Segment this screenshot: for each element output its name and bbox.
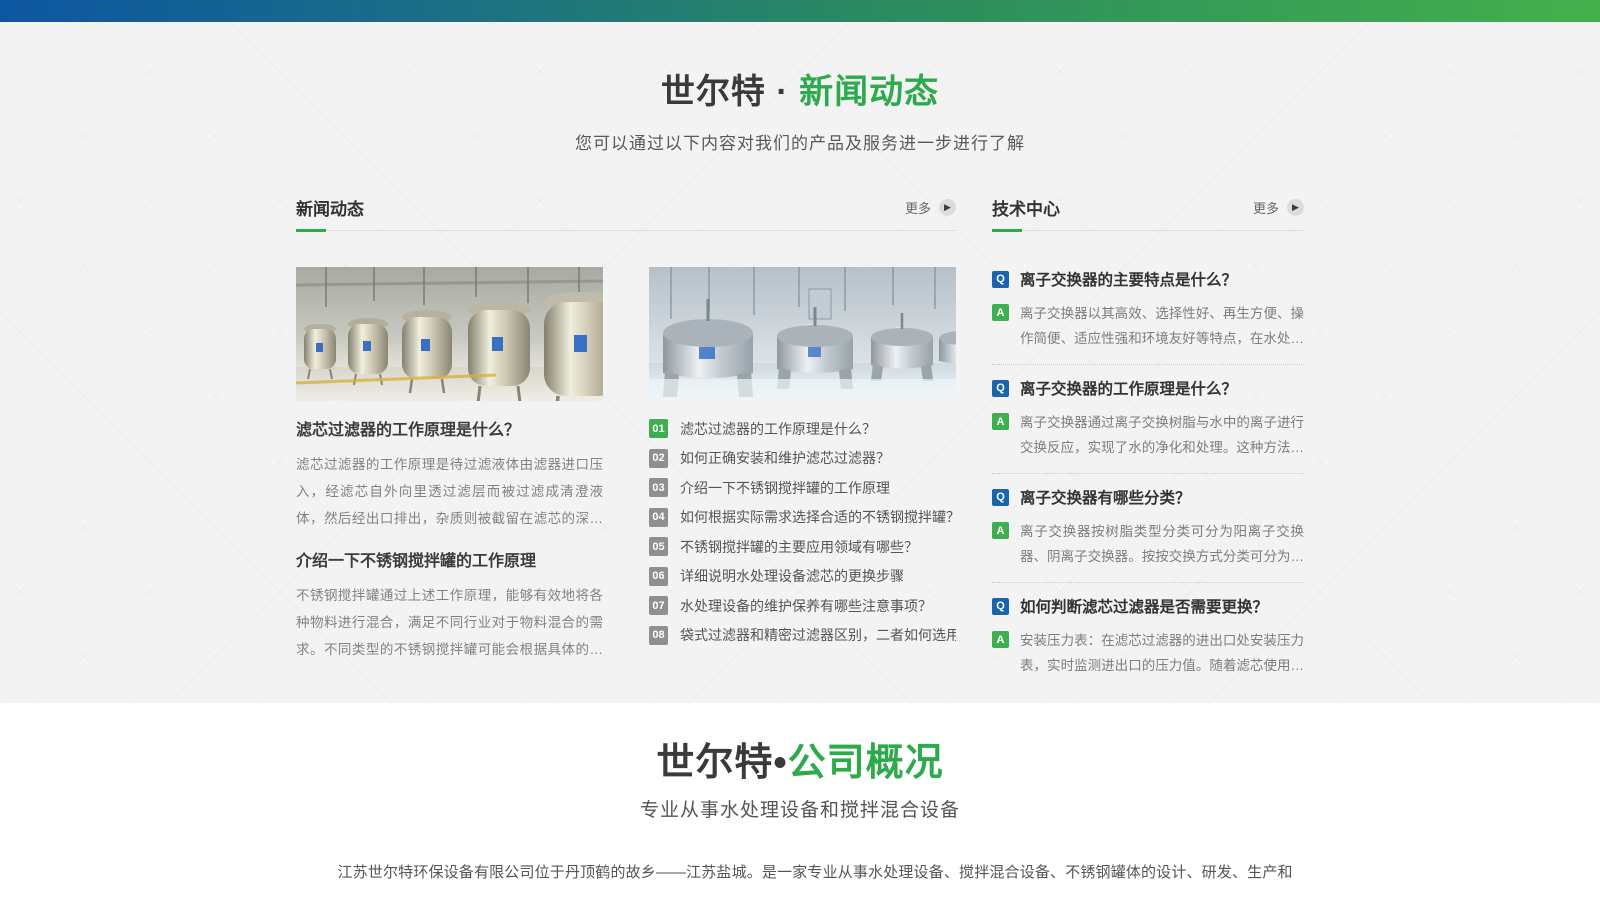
qa-answer-row: A 离子交换器按树脂类型分类可分为阳离子交换器、阴离子交换器。按按交换方式分类可… [992, 519, 1304, 569]
list-item-title: 不锈钢搅拌罐的主要应用领域有哪些？ [680, 537, 918, 557]
qa-question-row[interactable]: Q 离子交换器有哪些分类？ [992, 486, 1304, 508]
list-item[interactable]: 03 介绍一下不锈钢搅拌罐的工作原理 [649, 473, 956, 503]
news-grid: 滤芯过滤器的工作原理是什么？ 滤芯过滤器的工作原理是待过滤液体由滤器进口压入，经… [296, 267, 956, 663]
company-title-accent: 公司概况 [788, 742, 944, 784]
news-header-underline [296, 230, 956, 231]
qa-question: 如何判断滤芯过滤器是否需要更换？ [1020, 595, 1268, 617]
question-badge-icon: Q [992, 489, 1009, 506]
company-description: 江苏世尔特环保设备有限公司位于丹顶鹤的故乡——江苏盐城。是一家专业从事水处理设备… [308, 856, 1293, 897]
news-more-label: 更多 [905, 198, 931, 217]
tech-more-button[interactable]: 更多 ▶ [1253, 198, 1304, 217]
list-item[interactable]: 06 详细说明水处理设备滤芯的更换步骤 [649, 562, 956, 592]
list-number-badge: 03 [649, 478, 668, 497]
question-badge-icon: Q [992, 380, 1009, 397]
content-columns: 新闻动态 更多 ▶ [296, 196, 1304, 678]
arrow-right-icon: ▶ [1287, 199, 1304, 216]
tech-column-header: 技术中心 更多 ▶ [992, 196, 1304, 218]
qa-question-row[interactable]: Q 如何判断滤芯过滤器是否需要更换？ [992, 595, 1304, 617]
list-item[interactable]: 07 水处理设备的维护保养有哪些注意事项？ [649, 591, 956, 621]
tech-more-label: 更多 [1253, 198, 1279, 217]
qa-item: Q 离子交换器的工作原理是什么？ A 离子交换器通过离子交换树脂与水中的离子进行… [992, 377, 1304, 460]
news-column: 新闻动态 更多 ▶ [296, 196, 956, 678]
list-number-badge: 04 [649, 508, 668, 527]
news-overview-section: 世尔特 · 新闻动态 您可以通过以下内容对我们的产品及服务进一步进行了解 新闻动… [0, 22, 1600, 703]
qa-question-row[interactable]: Q 离子交换器的工作原理是什么？ [992, 377, 1304, 399]
news-column-title: 新闻动态 [296, 195, 364, 220]
article-title[interactable]: 滤芯过滤器的工作原理是什么？ [296, 416, 603, 440]
list-number-badge: 01 [649, 419, 668, 438]
list-item-title: 袋式过滤器和精密过滤器区别，二者如何选用 [680, 625, 956, 645]
list-item-title: 介绍一下不锈钢搅拌罐的工作原理 [680, 478, 890, 498]
tech-center-column: 技术中心 更多 ▶ Q 离子交换器的主要特点是什么？ A 离子交换器以其高效、选… [992, 196, 1304, 678]
news-number-list: 01 滤芯过滤器的工作原理是什么？ 02 如何正确安装和维护滤芯过滤器？ 03 介绍一… [649, 414, 956, 650]
qa-answer-row: A 离子交换器以其高效、选择性好、再生方便、操作简便、适应性强和环境友好等特点，… [992, 301, 1304, 351]
dotted-divider [992, 582, 1304, 583]
list-item-title: 详细说明水处理设备滤芯的更换步骤 [680, 566, 904, 586]
qa-item: Q 离子交换器的主要特点是什么？ A 离子交换器以其高效、选择性好、再生方便、操… [992, 268, 1304, 351]
qa-item: Q 如何判断滤芯过滤器是否需要更换？ A 安装压力表：在滤芯过滤器的进出口处安装… [992, 595, 1304, 678]
list-item[interactable]: 05 不锈钢搅拌罐的主要应用领域有哪些？ [649, 532, 956, 562]
question-badge-icon: Q [992, 598, 1009, 615]
list-item[interactable]: 04 如何根据实际需求选择合适的不锈钢搅拌罐？ [649, 503, 956, 533]
qa-answer-row: A 安装压力表：在滤芯过滤器的进出口处安装压力表，实时监测进出口的压力值。随着滤… [992, 628, 1304, 678]
tech-header-underline [992, 230, 1304, 231]
dotted-divider [992, 473, 1304, 474]
news-more-button[interactable]: 更多 ▶ [905, 198, 956, 217]
news-column-header: 新闻动态 更多 ▶ [296, 196, 956, 218]
answer-badge-icon: A [992, 631, 1009, 648]
featured-articles: 滤芯过滤器的工作原理是什么？ 滤芯过滤器的工作原理是待过滤液体由滤器进口压入，经… [296, 267, 603, 663]
list-item-title: 如何正确安装和维护滤芯过滤器？ [680, 448, 890, 468]
list-item[interactable]: 01 滤芯过滤器的工作原理是什么？ [649, 414, 956, 444]
qa-question: 离子交换器的工作原理是什么？ [1020, 377, 1237, 399]
list-number-badge: 07 [649, 596, 668, 615]
top-gradient-bar [0, 0, 1600, 22]
question-badge-icon: Q [992, 271, 1009, 288]
company-title: 世尔特•公司概况 [0, 731, 1600, 786]
news-photo-steel-tanks-2[interactable] [649, 267, 956, 401]
list-number-badge: 05 [649, 537, 668, 556]
qa-question-row[interactable]: Q 离子交换器的主要特点是什么？ [992, 268, 1304, 290]
page-subtitle: 您可以通过以下内容对我们的产品及服务进一步进行了解 [0, 129, 1600, 154]
list-number-badge: 06 [649, 567, 668, 586]
article-title[interactable]: 介绍一下不锈钢搅拌罐的工作原理 [296, 547, 603, 571]
article-excerpt: 不锈钢搅拌罐通过上述工作原理，能够有效地将各种物料进行混合，满足不同行业对于物料… [296, 582, 603, 663]
qa-list: Q 离子交换器的主要特点是什么？ A 离子交换器以其高效、选择性好、再生方便、操… [992, 268, 1304, 678]
answer-badge-icon: A [992, 304, 1009, 321]
qa-answer: 离子交换器按树脂类型分类可分为阳离子交换器、阴离子交换器。按按交换方式分类可分为… [1020, 519, 1304, 569]
arrow-right-icon: ▶ [939, 199, 956, 216]
qa-question: 离子交换器有哪些分类？ [1020, 486, 1191, 508]
list-number-badge: 08 [649, 626, 668, 645]
qa-answer: 离子交换器通过离子交换树脂与水中的离子进行交换反应，实现了水的净化和处理。这种方… [1020, 410, 1304, 460]
answer-badge-icon: A [992, 413, 1009, 430]
qa-question: 离子交换器的主要特点是什么？ [1020, 268, 1237, 290]
list-item-title: 滤芯过滤器的工作原理是什么？ [680, 419, 876, 439]
list-number-badge: 02 [649, 449, 668, 468]
news-photo-steel-tanks-1[interactable] [296, 267, 603, 401]
company-title-brand: 世尔特• [656, 742, 787, 784]
tech-column-title: 技术中心 [992, 195, 1060, 220]
qa-answer: 安装压力表：在滤芯过滤器的进出口处安装压力表，实时监测进出口的压力值。随着滤芯使… [1020, 628, 1304, 678]
page-title-accent: 新闻动态 [799, 73, 939, 111]
company-subtitle: 专业从事水处理设备和搅拌混合设备 [0, 795, 1600, 822]
article-excerpt: 滤芯过滤器的工作原理是待过滤液体由滤器进口压入，经滤芯自外向里透过滤层而被过滤成… [296, 451, 603, 532]
news-list-block: 01 滤芯过滤器的工作原理是什么？ 02 如何正确安装和维护滤芯过滤器？ 03 介绍一… [649, 267, 956, 663]
answer-badge-icon: A [992, 522, 1009, 539]
qa-answer-row: A 离子交换器通过离子交换树脂与水中的离子进行交换反应，实现了水的净化和处理。这… [992, 410, 1304, 460]
page-title-brand: 世尔特 · [661, 73, 799, 111]
list-item-title: 如何根据实际需求选择合适的不锈钢搅拌罐？ [680, 507, 956, 527]
list-item[interactable]: 02 如何正确安装和维护滤芯过滤器？ [649, 444, 956, 474]
page-title: 世尔特 · 新闻动态 [0, 64, 1600, 113]
list-item[interactable]: 08 袋式过滤器和精密过滤器区别，二者如何选用 [649, 621, 956, 651]
qa-item: Q 离子交换器有哪些分类？ A 离子交换器按树脂类型分类可分为阳离子交换器、阴离… [992, 486, 1304, 569]
qa-answer: 离子交换器以其高效、选择性好、再生方便、操作简便、适应性强和环境友好等特点，在水… [1020, 301, 1304, 351]
company-overview-section: 世尔特•公司概况 专业从事水处理设备和搅拌混合设备 江苏世尔特环保设备有限公司位… [0, 703, 1600, 897]
dotted-divider [992, 364, 1304, 365]
list-item-title: 水处理设备的维护保养有哪些注意事项？ [680, 596, 932, 616]
